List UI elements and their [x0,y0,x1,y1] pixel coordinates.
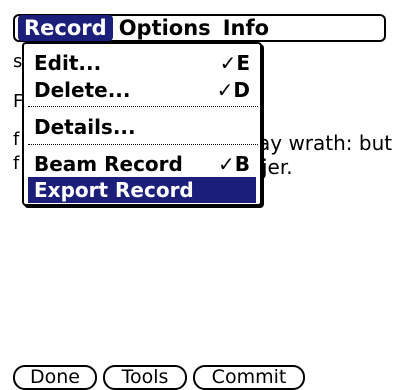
menu-item-label: Delete... [34,78,131,102]
tools-button[interactable]: Tools [103,365,187,390]
menu-item-details[interactable]: Details... [28,114,256,140]
done-button[interactable]: Done [13,365,97,390]
menu-item-label: Details... [34,115,136,139]
menu-separator [28,144,258,145]
commit-button[interactable]: Commit [193,365,305,390]
menu-record[interactable]: Record [18,15,113,41]
record-menu-dropdown: Edit... ✓E Delete... ✓D Details... Beam … [22,42,262,206]
menu-item-label: Export Record [34,178,194,202]
menu-options[interactable]: Options [113,15,217,41]
record-text-fragment: f [13,153,20,174]
menu-item-beam-record[interactable]: Beam Record ✓B [28,151,256,177]
menu-item-delete[interactable]: Delete... ✓D [28,77,256,103]
menu-info[interactable]: Info [217,15,275,41]
record-text-fragment: s [13,51,23,72]
app-screen: s F f f ay wrath: but jer. Record Option… [0,0,393,390]
menu-bar: Record Options Info [13,14,386,42]
menu-shortcut: ✓B [217,152,250,176]
menu-separator [28,106,258,107]
menu-item-edit[interactable]: Edit... ✓E [28,50,256,76]
menu-item-label: Edit... [34,51,102,75]
menu-shortcut: ✓D [216,78,250,102]
record-text-line: jer. [262,155,293,179]
record-text-line: ay wrath: but [258,131,393,155]
menu-item-export-record[interactable]: Export Record [28,177,256,203]
menu-item-label: Beam Record [34,152,183,176]
record-text-fragment: f [13,129,20,150]
menu-shortcut: ✓E [219,51,250,75]
